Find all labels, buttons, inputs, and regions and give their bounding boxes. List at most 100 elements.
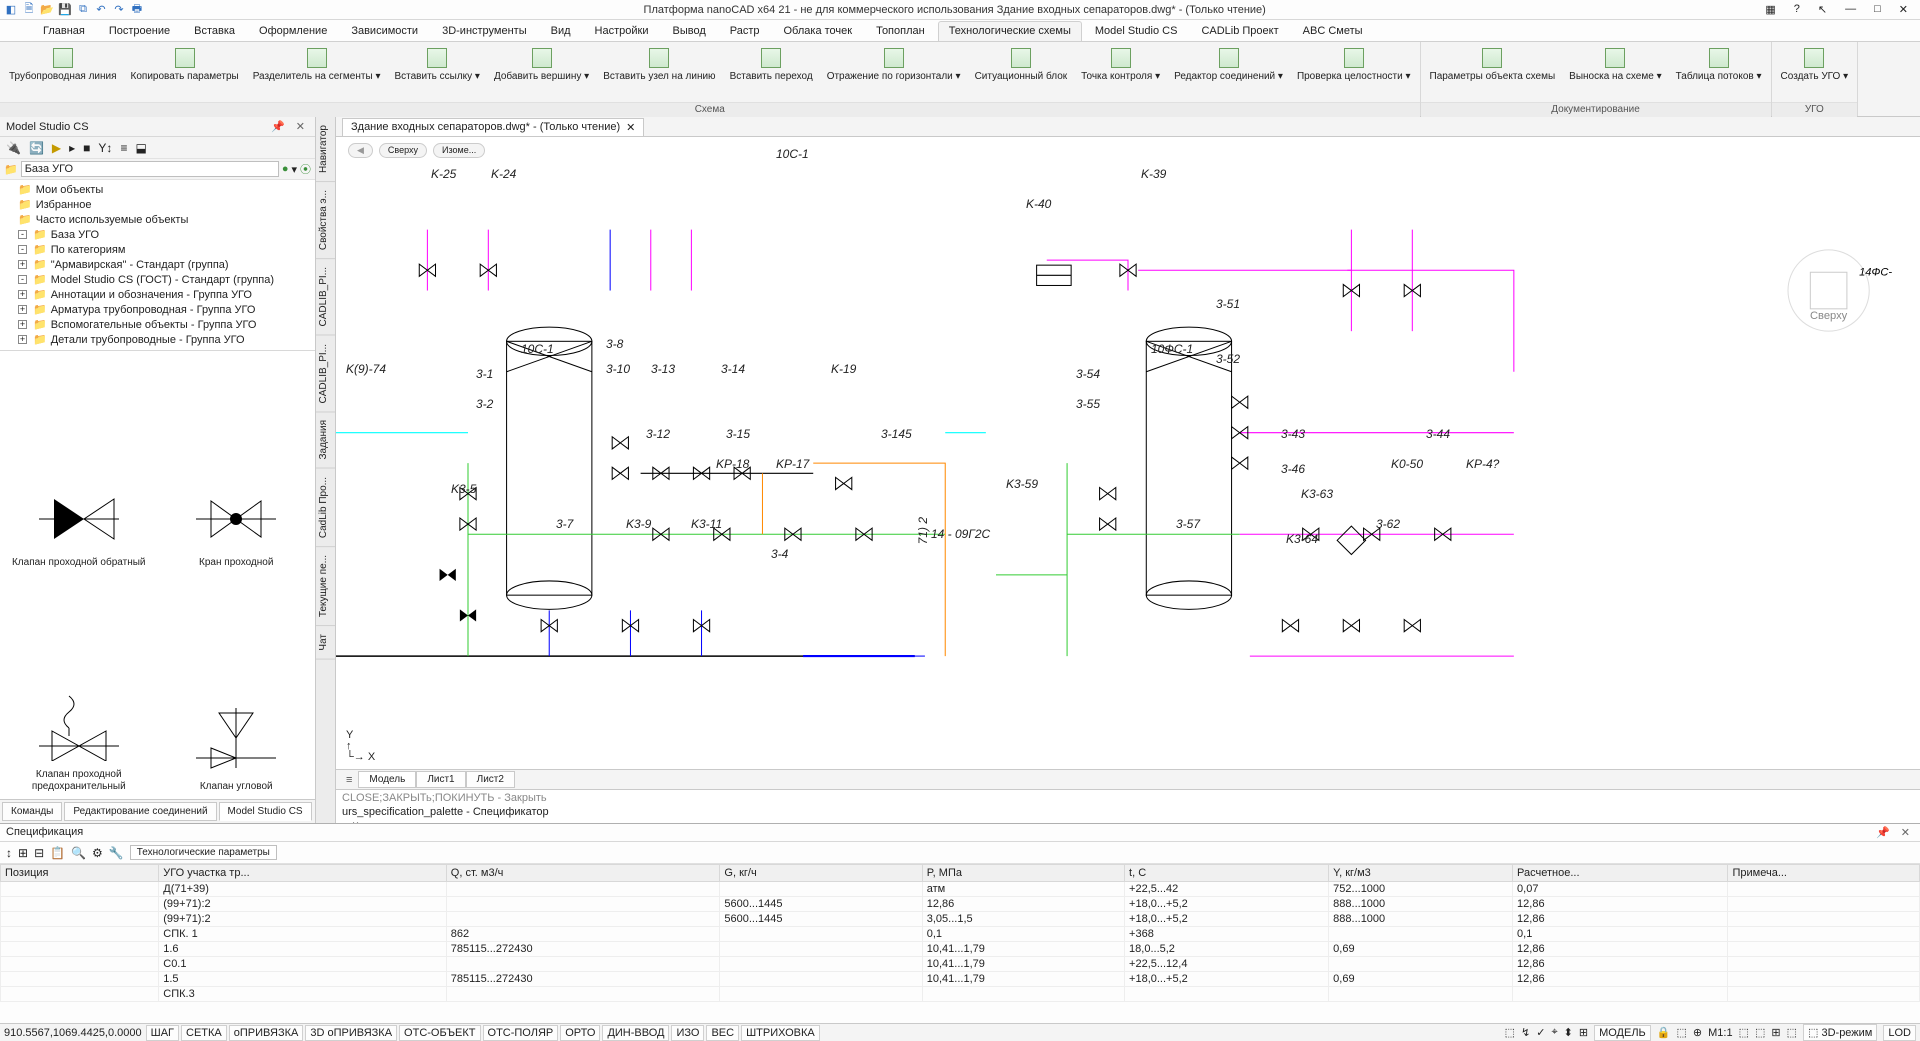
redo-icon[interactable]: ↷: [112, 3, 126, 17]
side-tab[interactable]: Текущие пе...: [316, 547, 335, 626]
table-row[interactable]: СПК. 18620,1+3680,1: [1, 927, 1920, 942]
add-vertex[interactable]: Добавить вершину ▾: [489, 44, 594, 102]
side-tab[interactable]: Свойства э...: [316, 182, 335, 259]
callout[interactable]: Выноска на схеме ▾: [1564, 44, 1666, 102]
spec-col-header[interactable]: Позиция: [1, 865, 159, 882]
status-toggle[interactable]: ШАГ: [146, 1025, 179, 1041]
create-ugo[interactable]: Создать УГО ▾: [1776, 44, 1854, 102]
play-icon[interactable]: ▶: [52, 141, 61, 155]
ribbon-tab[interactable]: 3D-инструменты: [431, 21, 538, 41]
ribbon-tab[interactable]: CADLib Проект: [1190, 21, 1289, 41]
ribbon-tab[interactable]: Облака точек: [773, 21, 864, 41]
table-row[interactable]: СПК.3: [1, 987, 1920, 1002]
tree-node[interactable]: +📁 "Армавирская" - Стандарт (группа): [0, 257, 315, 272]
doc-tab-close-icon[interactable]: ✕: [626, 121, 635, 134]
layout-tab[interactable]: Модель: [358, 771, 416, 788]
spec-table[interactable]: ПозицияУГО участка тр...Q, ст. м3/чG, кг…: [0, 864, 1920, 1002]
ribbon-tab[interactable]: ABC Сметы: [1292, 21, 1374, 41]
ribbon-tab[interactable]: Вставка: [183, 21, 246, 41]
preview-check-valve[interactable]: Клапан проходной обратный: [0, 351, 158, 575]
status-toggle[interactable]: 3D оПРИВЯЗКА: [305, 1025, 397, 1041]
status-icon[interactable]: ⊞: [1771, 1026, 1780, 1039]
mirror-h[interactable]: Отражение по горизонтали ▾: [822, 44, 966, 102]
maximize-icon[interactable]: □: [1874, 3, 1881, 16]
status-icon[interactable]: ↯: [1521, 1026, 1530, 1039]
spec-col-header[interactable]: t, C: [1125, 865, 1329, 882]
status-toggle[interactable]: ШТРИХОВКА: [741, 1025, 820, 1041]
minimize-icon[interactable]: —: [1845, 3, 1856, 16]
status-toggle[interactable]: СЕТКА: [181, 1025, 227, 1041]
table-row[interactable]: Д(71+39)атм+22,5...42752...10000,07: [1, 882, 1920, 897]
filter-icon[interactable]: Y↕: [98, 141, 112, 155]
preview-ball-valve[interactable]: Кран проходной: [158, 351, 316, 575]
side-tab[interactable]: Чат: [316, 626, 335, 660]
object-params[interactable]: Параметры объекта схемы: [1425, 44, 1561, 102]
table-row[interactable]: С0.110,41...1,79+22,5...12,412,86: [1, 957, 1920, 972]
search-clear-icon[interactable]: ⦿: [300, 161, 311, 177]
insert-node[interactable]: Вставить узел на линию: [598, 44, 720, 102]
status-toggle[interactable]: ОТС-ПОЛЯР: [483, 1025, 559, 1041]
flow-table[interactable]: Таблица потоков ▾: [1671, 44, 1767, 102]
side-tab[interactable]: Задания: [316, 412, 335, 469]
ribbon-tab[interactable]: Построение: [98, 21, 181, 41]
side-tab[interactable]: CADLIB_PI...: [316, 336, 335, 412]
object-tree[interactable]: 📁 Мои объекты📁 Избранное📁 Часто использу…: [0, 180, 315, 350]
ribbon-tab[interactable]: Вывод: [661, 21, 716, 41]
close-icon[interactable]: ✕: [1899, 3, 1908, 16]
status-3dmode[interactable]: ⬚ 3D-режим: [1803, 1024, 1877, 1041]
spec-col-header[interactable]: P, МПа: [922, 865, 1124, 882]
tree-node[interactable]: +📁 Детали трубопроводные - Группа УГО: [0, 332, 315, 347]
situational-block[interactable]: Ситуационный блок: [970, 44, 1073, 102]
status-toggle[interactable]: ДИН-ВВОД: [602, 1025, 669, 1041]
ribbon-tab[interactable]: Главная: [32, 21, 96, 41]
panel-bottom-tab[interactable]: Редактирование соединений: [64, 802, 216, 821]
ribbon-tab[interactable]: Вид: [540, 21, 582, 41]
insert-xref[interactable]: Вставить ссылку ▾: [389, 44, 484, 102]
tree-node[interactable]: +📁 Арматура трубопроводная - Группа УГО: [0, 302, 315, 317]
tree-node[interactable]: -📁 По категориям: [0, 242, 315, 257]
ribbon-tab[interactable]: Model Studio CS: [1084, 21, 1189, 41]
calendar-icon[interactable]: ▦: [1765, 3, 1775, 16]
control-point[interactable]: Точка контроля ▾: [1076, 44, 1165, 102]
copy-params[interactable]: Копировать параметры: [126, 44, 244, 102]
next-icon[interactable]: ▸: [69, 141, 75, 155]
ribbon-tab[interactable]: Оформление: [248, 21, 338, 41]
spec-param-combo[interactable]: Технологические параметры: [130, 845, 277, 860]
spec-col-header[interactable]: Расчетное...: [1513, 865, 1728, 882]
table-row[interactable]: 1.5785115...27243010,41...1,79+18,0...+5…: [1, 972, 1920, 987]
undo-icon[interactable]: ↶: [94, 3, 108, 17]
stop-icon[interactable]: ■: [83, 141, 90, 155]
status-icon[interactable]: ⊞: [1579, 1026, 1588, 1039]
table-row[interactable]: 1.6785115...27243010,41...1,7918,0...5,2…: [1, 942, 1920, 957]
document-tab[interactable]: Здание входных сепараторов.dwg* - (Тольк…: [342, 118, 644, 136]
status-icon[interactable]: ⬚: [1505, 1026, 1515, 1039]
ribbon-tab[interactable]: Топоплан: [865, 21, 936, 41]
saveall-icon[interactable]: ⧉: [76, 3, 90, 17]
save-icon[interactable]: 💾: [58, 3, 72, 17]
spec-ico5[interactable]: 🔍: [71, 846, 86, 860]
status-scale[interactable]: М1:1: [1708, 1027, 1732, 1039]
integrity-check[interactable]: Проверка целостности ▾: [1292, 44, 1416, 102]
connection-editor[interactable]: Редактор соединений ▾: [1169, 44, 1288, 102]
tree-node[interactable]: 📁 Часто используемые объекты: [0, 212, 315, 227]
tree-node[interactable]: +📁 Аннотации и обозначения - Группа УГО: [0, 287, 315, 302]
status-icon[interactable]: ✓: [1536, 1026, 1545, 1039]
tree-node[interactable]: 📁 Избранное: [0, 197, 315, 212]
spec-col-header[interactable]: УГО участка тр...: [159, 865, 447, 882]
spec-ico1[interactable]: ↕: [6, 846, 12, 860]
side-tab[interactable]: Навигатор: [316, 117, 335, 182]
search-go-icon[interactable]: ●: [282, 163, 289, 175]
spec-col-header[interactable]: G, кг/ч: [720, 865, 922, 882]
search-menu-icon[interactable]: ▾: [291, 163, 297, 176]
status-toggle[interactable]: ВЕС: [706, 1025, 739, 1041]
status-toggle[interactable]: ОТС-ОБЪЕКТ: [399, 1025, 480, 1041]
ribbon-tab[interactable]: Настройки: [584, 21, 660, 41]
spec-ico3[interactable]: ⊟: [34, 846, 44, 860]
tree-node[interactable]: -📁 Model Studio CS (ГОСТ) - Стандарт (гр…: [0, 272, 315, 287]
status-icon[interactable]: ⬚: [1787, 1026, 1797, 1039]
table-row[interactable]: (99+71):25600...144512,86+18,0...+5,2888…: [1, 897, 1920, 912]
command-line[interactable]: CLOSE;ЗАКРЫТь;ПОКИНУТЬ - Закрыть urs_spe…: [336, 789, 1920, 823]
layout-tab[interactable]: Лист2: [466, 771, 515, 788]
tree-node[interactable]: -📁 База УГО: [0, 227, 315, 242]
view-pill-iso[interactable]: Изоме...: [433, 143, 485, 158]
